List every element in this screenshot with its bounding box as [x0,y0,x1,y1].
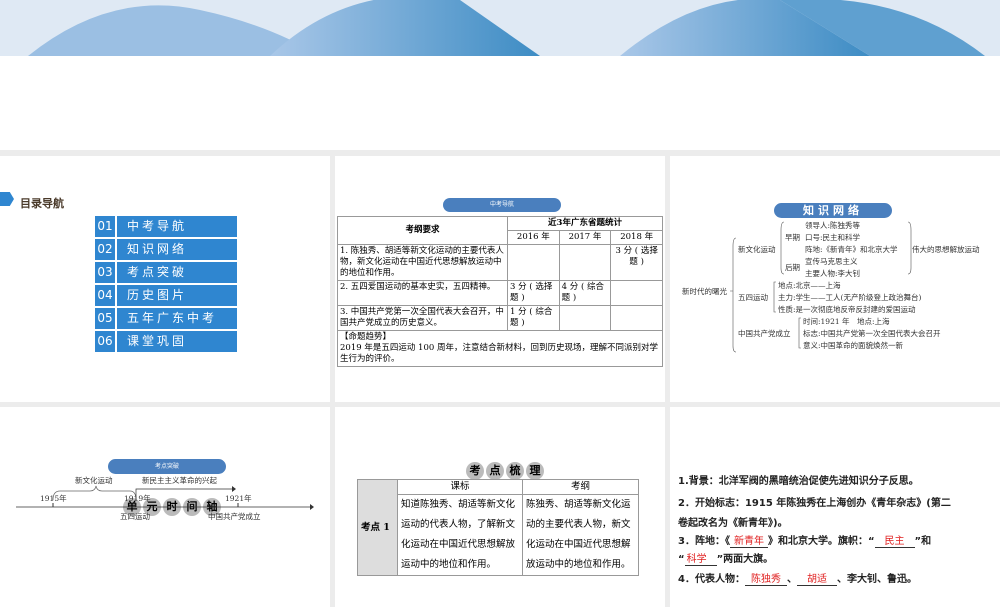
year-label: 1915年 [40,494,67,503]
note-line: 2．开始标志：1915 年陈独秀在上海创办《青年杂志》(第二 [678,498,951,509]
toc-item[interactable]: 03 考点突破 [95,262,237,283]
cell: 知道陈独秀、胡适等新文化运动的代表人物，了解新文化运动在中国近代思想解放运动中的… [397,494,523,576]
slide-thumbnail-notes[interactable]: 1.背景：北洋军阀的黑暗统治促使先进知识分子反思。 2．开始标志：1915 年陈… [670,407,1000,607]
mindmap-brackets [730,221,912,353]
toc-num: 05 [95,308,115,329]
text: 、李大钊、鲁迅。 [836,574,917,585]
toc-label: 课堂巩固 [117,331,237,352]
cell [610,280,663,306]
event-label: 中国共产党成立 [208,512,261,521]
slide-thumbnail-toc[interactable]: 目录导航 01 中考导航 02 知识网络 03 考点突破 04 历史图片 05 五年广东中… [0,156,330,402]
header-wave-decoration [0,0,1000,56]
toc-item[interactable]: 06 课堂巩固 [95,331,237,352]
cell: 3 分 ( 选择题 ) [507,280,560,306]
table-row: 2. 五四爱国运动的基本史实，五四精神。 3 分 ( 选择题 ) 4 分 ( 综合题… [337,280,663,306]
toc-item[interactable]: 04 历史图片 [95,285,237,306]
event-label: 五四运动 [120,512,150,521]
slide-thumbnail-review[interactable]: 考点梳理 考点 1 课标 考纲 知道陈独秀、胡适等新文化运动的代表人物，了解新文化运… [335,407,665,607]
header-req: 考纲要求 [337,216,508,245]
trend-title: 【命题趋势】 [340,332,392,342]
answer: 陈独秀 [744,570,787,586]
toc-label: 中考导航 [117,216,237,237]
toc-num: 06 [95,331,115,352]
title-char: 理 [526,462,544,480]
table-row: 1. 陈独秀、胡适等新文化运动的主要代表人物，新文化运动在中国近代思想解放运动中… [337,244,663,281]
cell [610,305,663,331]
title-char: 梳 [506,462,524,480]
year: 2017 年 [558,230,612,245]
cell: 3 分 ( 选择题 ) [610,244,663,281]
timeline-axis [16,485,314,510]
span-label: 新文化运动 [75,476,113,485]
req: 3. 中国共产党第一次全国代表大会召开，中国共产党成立的历史意义。 [337,305,508,331]
toc-num: 02 [95,239,115,260]
trend-text: 2019 年是五四运动 100 周年，注意结合新材料，回到历史现场，理解不同派别… [340,343,658,364]
col-header: 考纲 [522,479,639,495]
wave-graphic [28,0,985,56]
col-header: 课标 [397,479,523,495]
req: 1. 陈独秀、胡适等新文化运动的主要代表人物，新文化运动在中国近代思想解放运动中… [337,244,508,281]
answer: 民主 [874,532,915,548]
toc-item[interactable]: 05 五年广东中考 [95,308,237,329]
text: ”两面大旗。 [716,554,774,565]
text: “ [678,554,685,565]
note-line: 1.背景：北洋军阀的黑暗统治促使先进知识分子反思。 [678,476,919,487]
year: 2018 年 [610,230,663,245]
cell: 4 分 ( 综合题 ) [558,280,612,306]
note-line: 卷起改名为《新青年》)。 [678,518,788,529]
text: 、 [786,574,797,585]
toc-label: 五年广东中考 [117,308,237,329]
review-table: 考点 1 课标 考纲 知道陈独秀、胡适等新文化运动的代表人物，了解新文化运动在中国近… [357,479,639,576]
note-line: 3．阵地：《 新青年 》和北京大学。旗帜：“ 民主 ”和 [678,532,931,548]
answer: 科学 [684,550,717,566]
cell [558,305,612,331]
year: 2016 年 [507,230,560,245]
cell: 陈独秀、胡适等新文化运动的主要代表人物，新文化运动在中国近代思想解放运动中的地位… [522,494,639,576]
text: 3．阵地：《 [678,536,730,547]
table-row: 3. 中国共产党第一次全国代表大会召开，中国共产党成立的历史意义。 1 分 ( 综… [337,305,663,331]
answer: 胡适 [796,570,837,586]
cell [507,244,560,281]
toc-item[interactable]: 01 中考导航 [95,216,237,237]
toc-item[interactable]: 02 知识网络 [95,239,237,260]
title-char: 点 [486,462,504,480]
arrow-icon [0,192,14,206]
row-label: 考点 1 [357,479,398,576]
current-slide-preview[interactable] [0,0,1000,150]
cell: 1 分 ( 综合题 ) [507,305,560,331]
slide-thumbnail-timeline[interactable]: 考点突破 单元时间轴 新文化运动 新民主主义革命的兴起 1915年 1919年 … [0,407,330,607]
exam-stats-table: 考纲要求 近3年广东省题统计 2016 年 2017 年 2018 年 1. 陈独秀、… [337,216,663,367]
toc-label: 历史图片 [117,285,237,306]
text: ”和 [914,536,932,547]
toc-label: 知识网络 [117,239,237,260]
text: 》和北京大学。旗帜：“ [767,536,875,547]
review-title: 考点梳理 [465,459,545,480]
toc-num: 04 [95,285,115,306]
span-label: 新民主主义革命的兴起 [142,476,217,485]
answer: 新青年 [729,532,768,548]
slide-thumbnail-knowledge-network[interactable]: 知识网络 新时代的曙光 新文化运动 早期 后期 领导人:陈独秀等 口号:民主和科… [670,156,1000,402]
toc-label: 考点突破 [117,262,237,283]
toc-num: 01 [95,216,115,237]
header-stat: 近3年广东省题统计 [507,216,663,231]
year-label: 1919年 [124,494,151,503]
year-label: 1921年 [225,494,252,503]
note-line: “科学 ”两面大旗。 [678,550,773,566]
toc-title: 目录导航 [20,197,64,210]
text: 4．代表人物： [678,574,745,585]
toc-num: 03 [95,262,115,283]
cell [558,244,612,281]
req: 2. 五四爱国运动的基本史实，五四精神。 [337,280,508,306]
title-char: 考 [466,462,484,480]
section-pill: 中考导航 [443,198,561,212]
slide-thumbnail-exam-nav[interactable]: 中考导航 考纲要求 近3年广东省题统计 2016 年 2017 年 2018 年 1.… [335,156,665,402]
note-line: 4．代表人物： 陈独秀、胡适 、李大钊、鲁迅。 [678,570,917,586]
